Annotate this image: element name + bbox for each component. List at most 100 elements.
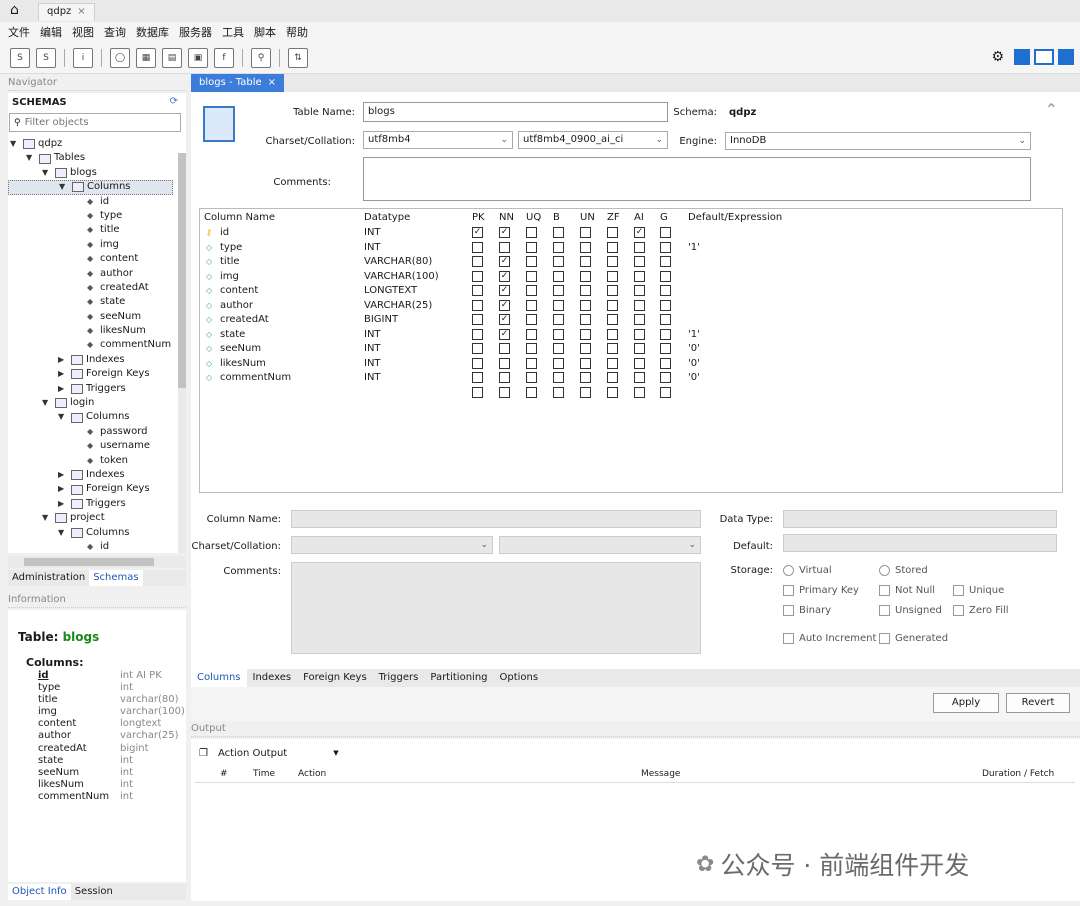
- grid-flag-checkbox[interactable]: [607, 372, 618, 383]
- tree-item[interactable]: ▶ Triggers: [8, 382, 173, 396]
- menu-item[interactable]: 编辑: [40, 24, 62, 40]
- tree-item[interactable]: ◆ likesNum: [8, 324, 173, 338]
- tree-item[interactable]: ▶ Foreign Keys: [8, 367, 173, 381]
- grid-flag-checkbox[interactable]: ✓: [499, 314, 510, 325]
- menu-item[interactable]: 工具: [222, 24, 244, 40]
- grid-datatype[interactable]: VARCHAR(25): [364, 299, 432, 313]
- grid-flag-checkbox[interactable]: [607, 343, 618, 354]
- grid-column-name[interactable]: author: [220, 299, 253, 313]
- tree-item[interactable]: ◆ commentNum: [8, 338, 173, 352]
- tree-item[interactable]: ◆ username: [8, 439, 173, 453]
- grid-flag-checkbox[interactable]: [526, 314, 537, 325]
- grid-flag-checkbox[interactable]: [607, 314, 618, 325]
- menu-item[interactable]: 数据库: [136, 24, 169, 40]
- tree-item[interactable]: ◆ id: [8, 195, 173, 209]
- settings-icon[interactable]: ⚙: [991, 49, 1004, 65]
- editor-tab[interactable]: Partitioning: [424, 669, 493, 687]
- primary-key-checkbox[interactable]: [783, 585, 794, 596]
- grid-flag-checkbox[interactable]: [499, 386, 510, 398]
- grid-row[interactable]: ◇ state INT '1' ✓: [200, 328, 1062, 343]
- tree-item[interactable]: ▼ qdpz: [8, 137, 173, 151]
- grid-row[interactable]: [200, 386, 1062, 401]
- grid-flag-checkbox[interactable]: [607, 299, 618, 311]
- grid-flag-checkbox[interactable]: [634, 343, 645, 354]
- grid-flag-checkbox[interactable]: [607, 227, 618, 238]
- grid-flag-checkbox[interactable]: [526, 227, 537, 238]
- grid-flag-checkbox[interactable]: [660, 357, 671, 369]
- grid-column-name[interactable]: commentNum: [220, 371, 291, 385]
- grid-datatype[interactable]: INT: [364, 328, 381, 342]
- grid-flag-checkbox[interactable]: [660, 227, 671, 238]
- grid-datatype[interactable]: INT: [364, 226, 381, 240]
- grid-flag-checkbox[interactable]: [553, 241, 564, 253]
- grid-flag-checkbox[interactable]: [607, 256, 618, 267]
- expand-caret-icon[interactable]: ▶: [58, 497, 68, 511]
- collapse-caret-icon[interactable]: ▼: [10, 137, 20, 151]
- grid-flag-checkbox[interactable]: [634, 314, 645, 325]
- grid-flag-checkbox[interactable]: [660, 285, 671, 296]
- tree-item[interactable]: ▼ project: [8, 511, 173, 525]
- tree-item[interactable]: ▶ Indexes: [8, 353, 173, 367]
- grid-flag-checkbox[interactable]: [580, 372, 591, 383]
- grid-flag-checkbox[interactable]: ✓: [499, 256, 510, 267]
- grid-flag-checkbox[interactable]: [526, 343, 537, 354]
- create-view-icon[interactable]: ▤: [162, 47, 182, 68]
- grid-default[interactable]: '0': [688, 342, 700, 356]
- grid-row[interactable]: ◇ seeNum INT '0': [200, 342, 1062, 357]
- expand-caret-icon[interactable]: ▶: [58, 382, 68, 396]
- tree-item[interactable]: ◆ content: [8, 252, 173, 266]
- default-input[interactable]: [783, 534, 1057, 552]
- grid-flag-checkbox[interactable]: [499, 343, 510, 354]
- grid-flag-checkbox[interactable]: [553, 256, 564, 267]
- grid-flag-checkbox[interactable]: [499, 357, 510, 369]
- grid-flag-checkbox[interactable]: [634, 386, 645, 398]
- grid-flag-checkbox[interactable]: [660, 386, 671, 398]
- grid-flag-checkbox[interactable]: [607, 285, 618, 296]
- search-table-data-icon[interactable]: ⚲: [251, 47, 271, 68]
- tree-item[interactable]: ◆ password: [8, 425, 173, 439]
- tree-item[interactable]: ◆ seeNum: [8, 310, 173, 324]
- charset-select[interactable]: utf8mb4 ⌄: [363, 131, 513, 149]
- grid-flag-checkbox[interactable]: [553, 314, 564, 325]
- tree-item[interactable]: ◆ state: [8, 295, 173, 309]
- grid-flag-checkbox[interactable]: [472, 299, 483, 311]
- grid-flag-checkbox[interactable]: [499, 241, 510, 253]
- editor-tab[interactable]: Foreign Keys: [297, 669, 373, 687]
- filter-box[interactable]: ⚲: [9, 113, 181, 132]
- grid-default[interactable]: '0': [688, 371, 700, 385]
- grid-flag-checkbox[interactable]: [553, 328, 564, 340]
- close-tab-icon[interactable]: ×: [268, 74, 276, 92]
- grid-row[interactable]: ◇ createdAt BIGINT ✓: [200, 313, 1062, 328]
- collapse-caret-icon[interactable]: ▼: [42, 511, 52, 525]
- expand-caret-icon[interactable]: ▶: [58, 367, 68, 381]
- editor-tab[interactable]: Columns: [191, 669, 247, 687]
- tree-item[interactable]: ◆ title: [8, 223, 173, 237]
- grid-default[interactable]: '0': [688, 357, 700, 371]
- close-icon[interactable]: ×: [77, 4, 85, 21]
- grid-datatype[interactable]: INT: [364, 241, 381, 255]
- grid-flag-checkbox[interactable]: [580, 343, 591, 354]
- grid-column-name[interactable]: title: [220, 255, 240, 269]
- grid-flag-checkbox[interactable]: [634, 357, 645, 369]
- grid-datatype[interactable]: BIGINT: [364, 313, 398, 327]
- grid-default[interactable]: '1': [688, 328, 700, 342]
- grid-flag-checkbox[interactable]: [660, 299, 671, 311]
- grid-flag-checkbox[interactable]: ✓: [499, 285, 510, 296]
- data-type-input[interactable]: [783, 510, 1057, 528]
- create-table-icon[interactable]: ▦: [136, 47, 156, 68]
- grid-datatype[interactable]: VARCHAR(80): [364, 255, 432, 269]
- column-charset-select[interactable]: ⌄: [291, 536, 493, 554]
- grid-column-name[interactable]: content: [220, 284, 258, 298]
- open-sql-script-icon[interactable]: S: [36, 47, 56, 68]
- collapse-caret-icon[interactable]: ▼: [42, 396, 52, 410]
- grid-flag-checkbox[interactable]: [634, 299, 645, 311]
- grid-flag-checkbox[interactable]: [526, 357, 537, 369]
- grid-flag-checkbox[interactable]: [553, 386, 564, 398]
- output-selector[interactable]: ❐ Action Output ▼: [199, 745, 349, 761]
- zero-fill-checkbox[interactable]: [953, 605, 964, 616]
- editor-tab[interactable]: Options: [494, 669, 545, 687]
- menu-item[interactable]: 文件: [8, 24, 30, 40]
- grid-flag-checkbox[interactable]: [634, 256, 645, 267]
- inspector-icon[interactable]: i: [73, 47, 93, 68]
- grid-flag-checkbox[interactable]: [580, 227, 591, 238]
